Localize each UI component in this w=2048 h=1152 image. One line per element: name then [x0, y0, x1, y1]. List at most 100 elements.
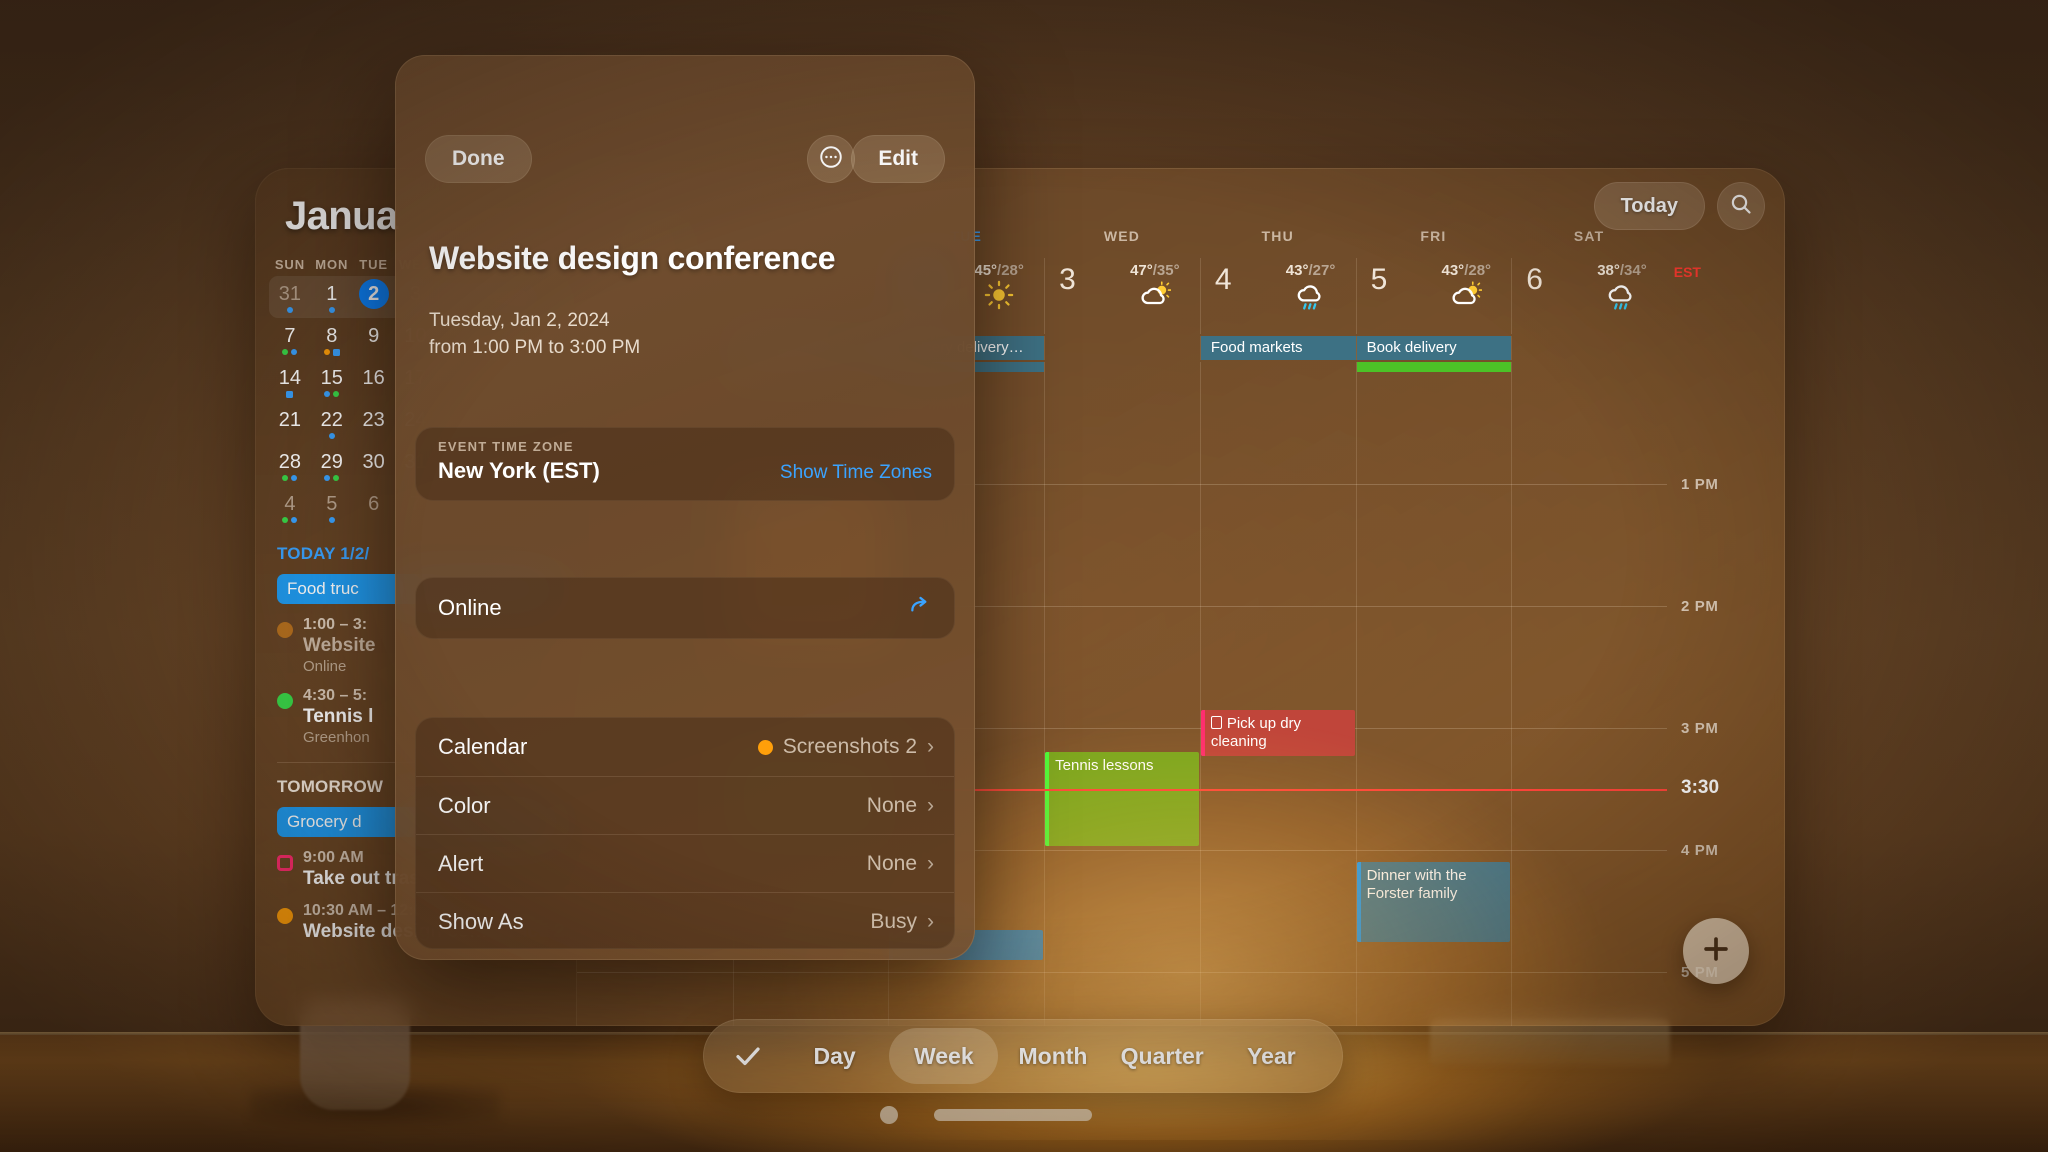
online-location-card[interactable]: Online — [415, 577, 955, 639]
view-option-day[interactable]: Day — [780, 1028, 889, 1084]
sidebar-day-cell[interactable]: 15 — [311, 360, 353, 397]
allday-cell[interactable]: Food markets — [1199, 336, 1356, 360]
home-indicator[interactable] — [934, 1109, 1092, 1121]
view-switcher[interactable]: Day Week Month Quarter Year — [703, 1019, 1343, 1093]
event-dot — [291, 517, 298, 523]
sidebar-day-number: 22 — [320, 409, 343, 431]
add-event-button[interactable] — [1683, 918, 1749, 984]
sidebar-day-cell[interactable]: 30 — [353, 444, 395, 477]
search-button[interactable] — [1717, 182, 1765, 230]
sidebar-day-dots — [311, 475, 353, 481]
event-dot — [328, 433, 335, 439]
sidebar-day-number: 15 — [320, 367, 343, 389]
calendar-event-title: Tennis lessons — [1055, 757, 1154, 774]
chevron-right-icon: › — [927, 735, 934, 758]
sidebar-day-number: 31 — [278, 283, 302, 305]
time-label: 1 PM — [1681, 476, 1719, 493]
sidebar-day-cell[interactable]: 23 — [353, 402, 395, 435]
sidebar-day-dots — [269, 391, 311, 398]
sidebar-day-cell[interactable]: 16 — [353, 360, 395, 393]
option-label: Show As — [438, 908, 524, 934]
online-label: Online — [438, 595, 502, 620]
show-time-zones-link[interactable]: Show Time Zones — [780, 462, 932, 484]
sidebar-day-cell[interactable]: 6 — [353, 486, 395, 519]
open-link-button[interactable] — [908, 592, 934, 624]
calendar-event[interactable]: Pick up dry cleaning — [1200, 710, 1355, 756]
edit-button[interactable]: Edit — [851, 135, 945, 183]
sidebar-day-cell[interactable]: 21 — [269, 402, 311, 435]
event-dot — [282, 475, 289, 481]
sidebar-day-cell[interactable]: 7 — [269, 318, 311, 355]
page-dot[interactable] — [880, 1106, 898, 1124]
allday-cell[interactable] — [1511, 336, 1667, 360]
sidebar-day-cell[interactable]: 22 — [311, 402, 353, 439]
sidebar-day-number: 9 — [368, 325, 380, 347]
event-dot — [323, 349, 330, 355]
weather-temps: 38°/34° — [1597, 262, 1647, 279]
sidebar-day-number: 5 — [326, 493, 338, 515]
allday-event[interactable]: Food markets — [1200, 336, 1356, 360]
sheet-option-calendar[interactable]: Calendar Screenshots 2 › — [416, 718, 954, 776]
reminder-marker — [286, 391, 294, 398]
week-date-cell[interactable]: 5 43°/28° — [1355, 258, 1512, 334]
sidebar-day-cell[interactable]: 2 — [353, 276, 395, 309]
calendar-event[interactable]: Dinner with the Forster family — [1356, 862, 1511, 942]
sidebar-day-cell[interactable]: 9 — [353, 318, 395, 351]
allday-cell[interactable] — [1044, 336, 1200, 360]
week-date-cell[interactable]: 4 43°/27° — [1199, 258, 1356, 334]
done-button[interactable]: Done — [425, 135, 532, 183]
reminder-checkbox-icon — [1210, 716, 1222, 729]
sidebar-day-cell[interactable]: 31 — [269, 276, 311, 313]
sidebar-day-number: 21 — [278, 409, 302, 431]
time-label: 4 PM — [1681, 842, 1719, 859]
allday-event[interactable]: Book delivery — [1356, 336, 1512, 360]
weather-temps: 47°/35° — [1130, 262, 1180, 279]
partly-cloudy-icon — [1429, 280, 1503, 316]
allday-cell[interactable]: Book delivery — [1355, 336, 1512, 372]
view-option-quarter[interactable]: Quarter — [1108, 1028, 1217, 1084]
sheet-option-color[interactable]: Color None › — [416, 776, 954, 834]
view-option-month[interactable]: Month — [998, 1028, 1107, 1084]
timezone-badge: EST — [1673, 264, 1701, 280]
sidebar-day-cell[interactable]: 1 — [311, 276, 353, 313]
sidebar-day-cell[interactable]: 29 — [311, 444, 353, 481]
timezone-card[interactable]: EVENT TIME ZONE New York (EST) Show Time… — [415, 427, 955, 501]
event-dot — [328, 307, 335, 313]
option-value-group: None › — [867, 794, 934, 818]
partly-cloudy-icon — [1118, 280, 1192, 316]
plus-icon — [1699, 932, 1733, 971]
view-option-year[interactable]: Year — [1217, 1028, 1326, 1084]
week-date-cell[interactable]: 3 47°/35° — [1044, 258, 1200, 334]
sidebar-day-number: 8 — [326, 325, 338, 347]
week-date-cell[interactable]: 6 38°/34° EST — [1511, 258, 1701, 334]
sheet-option-alert[interactable]: Alert None › — [416, 834, 954, 892]
option-value: Screenshots 2 — [782, 735, 917, 758]
more-options-button[interactable] — [807, 135, 855, 183]
checkmark-icon — [720, 1041, 776, 1071]
view-option-week[interactable]: Week — [889, 1028, 999, 1084]
sheet-option-show-as[interactable]: Show As Busy › — [416, 892, 954, 948]
event-marker — [277, 622, 293, 675]
calendar-event[interactable]: Tennis lessons — [1045, 752, 1199, 846]
today-button[interactable]: Today — [1593, 182, 1705, 230]
weather-block: 43°/27° — [1274, 262, 1348, 320]
sidebar-day-cell[interactable]: 28 — [269, 444, 311, 481]
calendar-color-dot — [277, 622, 293, 638]
sidebar-day-cell[interactable]: 4 — [269, 486, 311, 523]
sidebar-day-dots — [311, 349, 353, 356]
event-dot — [282, 517, 289, 523]
event-options-card[interactable]: Calendar Screenshots 2 › Color None › Alert Non… — [415, 717, 955, 949]
sidebar-day-cell[interactable]: 5 — [311, 486, 353, 523]
sidebar-day-dots — [311, 433, 353, 439]
sidebar-day-cell[interactable]: 14 — [269, 360, 311, 398]
sidebar-day-cell[interactable]: 8 — [311, 318, 353, 356]
event-dot — [328, 517, 335, 523]
grid-column-line — [1511, 362, 1513, 1026]
option-value: None — [866, 793, 917, 817]
event-time-line: from 1:00 PM to 3:00 PM — [429, 337, 641, 358]
time-label: 3 PM — [1681, 720, 1719, 737]
sidebar-event-time: 4:30 – 5: — [303, 687, 368, 704]
sidebar-day-number: 14 — [278, 367, 302, 389]
reminder-checkbox[interactable] — [277, 855, 293, 871]
chevron-right-icon: › — [927, 793, 934, 817]
